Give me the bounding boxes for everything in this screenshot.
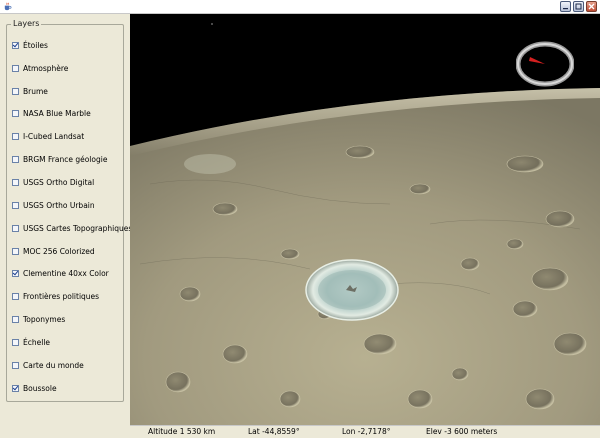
- layer-checkbox[interactable]: [12, 133, 19, 141]
- layer-item[interactable]: Frontières politiques: [12, 285, 124, 308]
- layer-label: Carte du monde: [23, 360, 84, 370]
- layer-checkbox[interactable]: [12, 110, 19, 118]
- layer-checkbox[interactable]: [12, 201, 19, 209]
- globe-viewport[interactable]: [130, 14, 600, 425]
- layer-checkbox[interactable]: [12, 41, 19, 49]
- layer-label: NASA Blue Marble: [23, 109, 91, 119]
- layer-label: BRGM France géologie: [23, 155, 108, 165]
- layer-label: USGS Ortho Urbain: [23, 200, 95, 210]
- layer-item[interactable]: BRGM France géologie: [12, 148, 124, 171]
- minimize-icon: [563, 8, 568, 10]
- java-cup-icon: [4, 2, 12, 11]
- compass-icon[interactable]: [516, 40, 574, 88]
- minimize-button[interactable]: [560, 1, 571, 12]
- layer-checkbox[interactable]: [12, 87, 19, 95]
- layer-item[interactable]: USGS Cartes Topographiques: [12, 217, 132, 240]
- layer-label: Atmosphère: [23, 63, 69, 73]
- layer-checkbox[interactable]: [12, 224, 19, 232]
- layer-item[interactable]: I-Cubed Landsat: [12, 125, 124, 148]
- layer-item[interactable]: Étoiles: [12, 34, 124, 57]
- layer-checkbox[interactable]: [12, 270, 19, 278]
- layer-item[interactable]: MOC 256 Colorized: [12, 240, 124, 263]
- latitude-readout: Lat -44,8559°: [248, 427, 300, 436]
- layer-checkbox[interactable]: [12, 316, 19, 324]
- layer-label: Frontières politiques: [23, 292, 100, 302]
- layer-item[interactable]: Atmosphère: [12, 57, 124, 80]
- layer-label: Clementine 40xx Color: [23, 269, 109, 279]
- layer-item[interactable]: Boussole: [12, 377, 124, 400]
- maximize-button[interactable]: [573, 1, 584, 12]
- layer-item[interactable]: Toponymes: [12, 308, 124, 331]
- altitude-readout: Altitude 1 530 km: [148, 427, 216, 436]
- layer-checkbox[interactable]: [12, 293, 19, 301]
- close-button[interactable]: [586, 1, 597, 12]
- layer-label: Boussole: [23, 383, 57, 393]
- layers-title: Layers: [11, 19, 42, 28]
- layer-item[interactable]: Clementine 40xx Color: [12, 262, 124, 285]
- layer-checkbox[interactable]: [12, 361, 19, 369]
- layer-label: Toponymes: [23, 315, 66, 325]
- layer-item[interactable]: Échelle: [12, 331, 124, 354]
- maximize-icon: [575, 3, 582, 10]
- layer-item[interactable]: Carte du monde: [12, 354, 124, 377]
- layer-checkbox[interactable]: [12, 178, 19, 186]
- layer-checkbox[interactable]: [12, 384, 19, 392]
- layer-item[interactable]: USGS Ortho Urbain: [12, 194, 124, 217]
- layer-label: MOC 256 Colorized: [23, 246, 95, 256]
- layer-label: Étoiles: [23, 40, 48, 50]
- layer-label: I-Cubed Landsat: [23, 132, 85, 142]
- layer-label: USGS Ortho Digital: [23, 177, 95, 187]
- layer-checkbox[interactable]: [12, 156, 19, 164]
- longitude-readout: Lon -2,7178°: [342, 427, 391, 436]
- layer-checkbox[interactable]: [12, 247, 19, 255]
- layers-sidebar: Layers Étoiles Atmosphère Brume NASA Blue M…: [0, 14, 132, 438]
- layer-label: Échelle: [23, 337, 51, 347]
- layer-checkbox[interactable]: [12, 338, 19, 346]
- window-titlebar: [0, 0, 600, 14]
- layer-item[interactable]: Brume: [12, 80, 124, 103]
- close-icon: [588, 3, 595, 10]
- layer-item[interactable]: NASA Blue Marble: [12, 103, 124, 126]
- status-bar: Altitude 1 530 km Lat -44,8559° Lon -2,7…: [130, 425, 600, 438]
- layer-checkbox[interactable]: [12, 64, 19, 72]
- layer-label: Brume: [23, 86, 48, 96]
- layer-label: USGS Cartes Topographiques: [23, 223, 133, 233]
- layer-item[interactable]: USGS Ortho Digital: [12, 171, 124, 194]
- elevation-readout: Elev -3 600 meters: [426, 427, 498, 436]
- layer-list: Étoiles Atmosphère Brume NASA Blue Marble I-…: [12, 34, 132, 400]
